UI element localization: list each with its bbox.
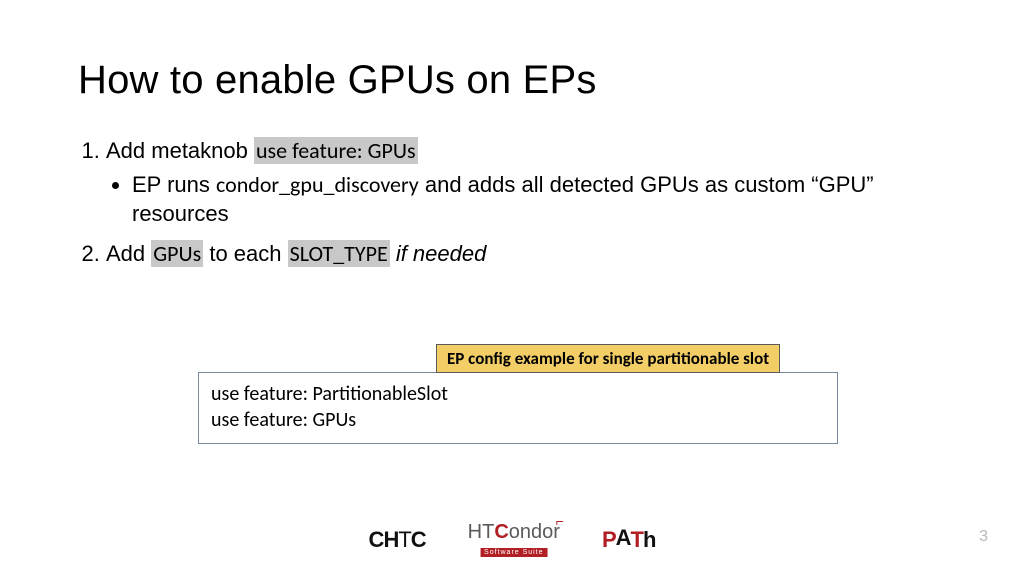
- logo-row: CHTC HTCondor⌐ Software Suite PATh: [369, 522, 656, 558]
- example-label: EP config example for single partitionab…: [436, 344, 780, 373]
- code-highlight: use feature: GPUs: [254, 137, 418, 164]
- chtc-logo: CHTC: [369, 527, 426, 553]
- list-item: Add GPUs to each SLOT_TYPE if needed: [106, 239, 964, 269]
- htcondor-logo: HTCondor⌐ Software Suite: [468, 522, 560, 558]
- list-item-text: Add: [106, 241, 151, 266]
- path-logo: PATh: [602, 527, 655, 553]
- page-title: How to enable GPUs on EPs: [78, 58, 597, 103]
- content-block: Add metaknob use feature: GPUs EP runs c…: [78, 136, 964, 275]
- example-code-box: use feature: PartitionableSlot use featu…: [198, 372, 838, 444]
- slide: How to enable GPUs on EPs Add metaknob u…: [0, 0, 1024, 576]
- example-block: EP config example for single partitionab…: [198, 344, 838, 444]
- code-line: use feature: PartitionableSlot: [211, 381, 825, 407]
- list-item-text: EP runs: [132, 172, 216, 197]
- footer: CHTC HTCondor⌐ Software Suite PATh 3: [0, 518, 1024, 558]
- page-number: 3: [979, 528, 988, 546]
- sub-list: EP runs condor_gpu_discovery and adds al…: [106, 170, 964, 229]
- list-item-text: Add metaknob: [106, 138, 254, 163]
- ordered-list: Add metaknob use feature: GPUs EP runs c…: [78, 136, 964, 269]
- list-item: Add metaknob use feature: GPUs EP runs c…: [106, 136, 964, 229]
- code-inline: condor_gpu_discovery: [216, 171, 419, 198]
- list-item: EP runs condor_gpu_discovery and adds al…: [132, 170, 964, 229]
- list-item-text: to each: [203, 241, 287, 266]
- list-item-text: if needed: [390, 241, 487, 266]
- code-line: use feature: GPUs: [211, 407, 825, 433]
- code-highlight: GPUs: [151, 240, 203, 267]
- code-highlight: SLOT_TYPE: [288, 240, 390, 267]
